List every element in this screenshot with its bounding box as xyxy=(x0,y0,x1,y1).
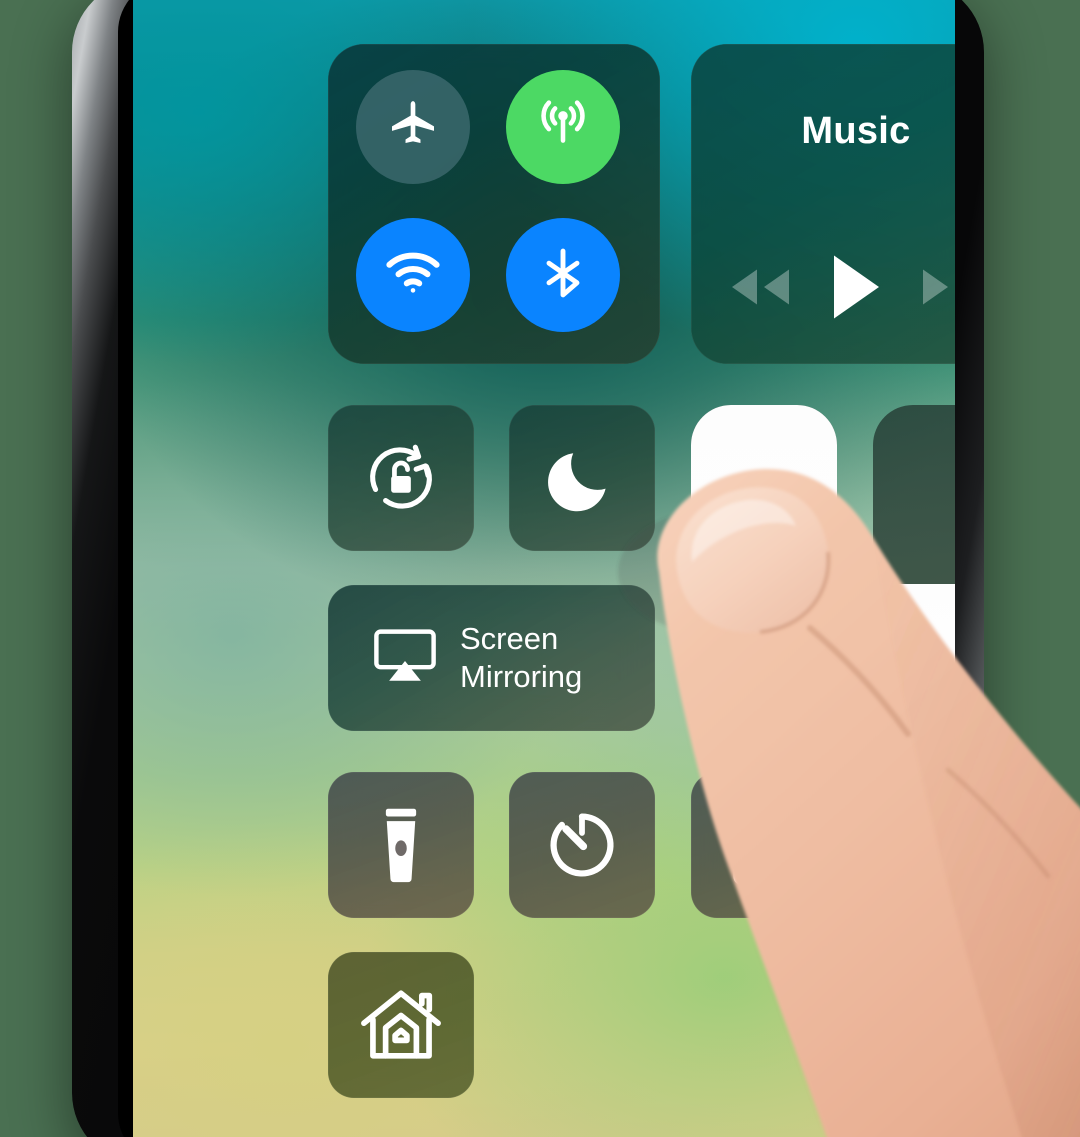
moon-icon xyxy=(509,405,655,551)
timer-button[interactable] xyxy=(509,772,655,918)
fast-forward-icon[interactable] xyxy=(915,264,955,315)
bluetooth-icon xyxy=(535,245,591,306)
play-icon[interactable] xyxy=(825,251,887,328)
wifi-icon xyxy=(384,244,442,307)
home-button[interactable] xyxy=(328,952,474,1098)
flashlight-icon xyxy=(328,772,474,918)
camera-icon xyxy=(873,772,955,918)
home-icon xyxy=(328,952,474,1098)
airplay-screen-icon xyxy=(372,627,438,690)
phone-screen: Music Screen Mirroring xyxy=(133,0,955,1137)
brightness-sun-icon xyxy=(691,633,837,705)
wifi-button[interactable] xyxy=(356,218,470,332)
scene: Music Screen Mirroring xyxy=(0,0,1080,1137)
cellular-data-button[interactable] xyxy=(506,70,620,184)
rewind-icon[interactable] xyxy=(723,264,797,315)
brightness-slider[interactable] xyxy=(691,405,837,731)
cellular-icon xyxy=(534,96,592,159)
screen-mirroring-button[interactable]: Screen Mirroring xyxy=(328,585,655,731)
do-not-disturb-button[interactable] xyxy=(509,405,655,551)
music-transport-controls xyxy=(691,244,955,334)
music-module[interactable]: Music xyxy=(691,44,955,364)
music-title: Music xyxy=(801,110,911,152)
airplay-audio-icon[interactable] xyxy=(947,60,955,117)
screen-mirroring-label: Screen Mirroring xyxy=(460,620,583,694)
airplane-mode-button[interactable] xyxy=(356,70,470,184)
control-center: Music Screen Mirroring xyxy=(133,0,955,1137)
calculator-button[interactable] xyxy=(691,772,837,918)
flashlight-button[interactable] xyxy=(328,772,474,918)
rotation-lock-icon xyxy=(328,405,474,551)
bluetooth-button[interactable] xyxy=(506,218,620,332)
rotation-lock-button[interactable] xyxy=(328,405,474,551)
timer-icon xyxy=(509,772,655,918)
connectivity-module xyxy=(328,44,660,364)
volume-slider[interactable] xyxy=(873,405,955,731)
airplane-icon xyxy=(385,97,441,158)
camera-button[interactable] xyxy=(873,772,955,918)
calculator-icon xyxy=(691,772,837,918)
